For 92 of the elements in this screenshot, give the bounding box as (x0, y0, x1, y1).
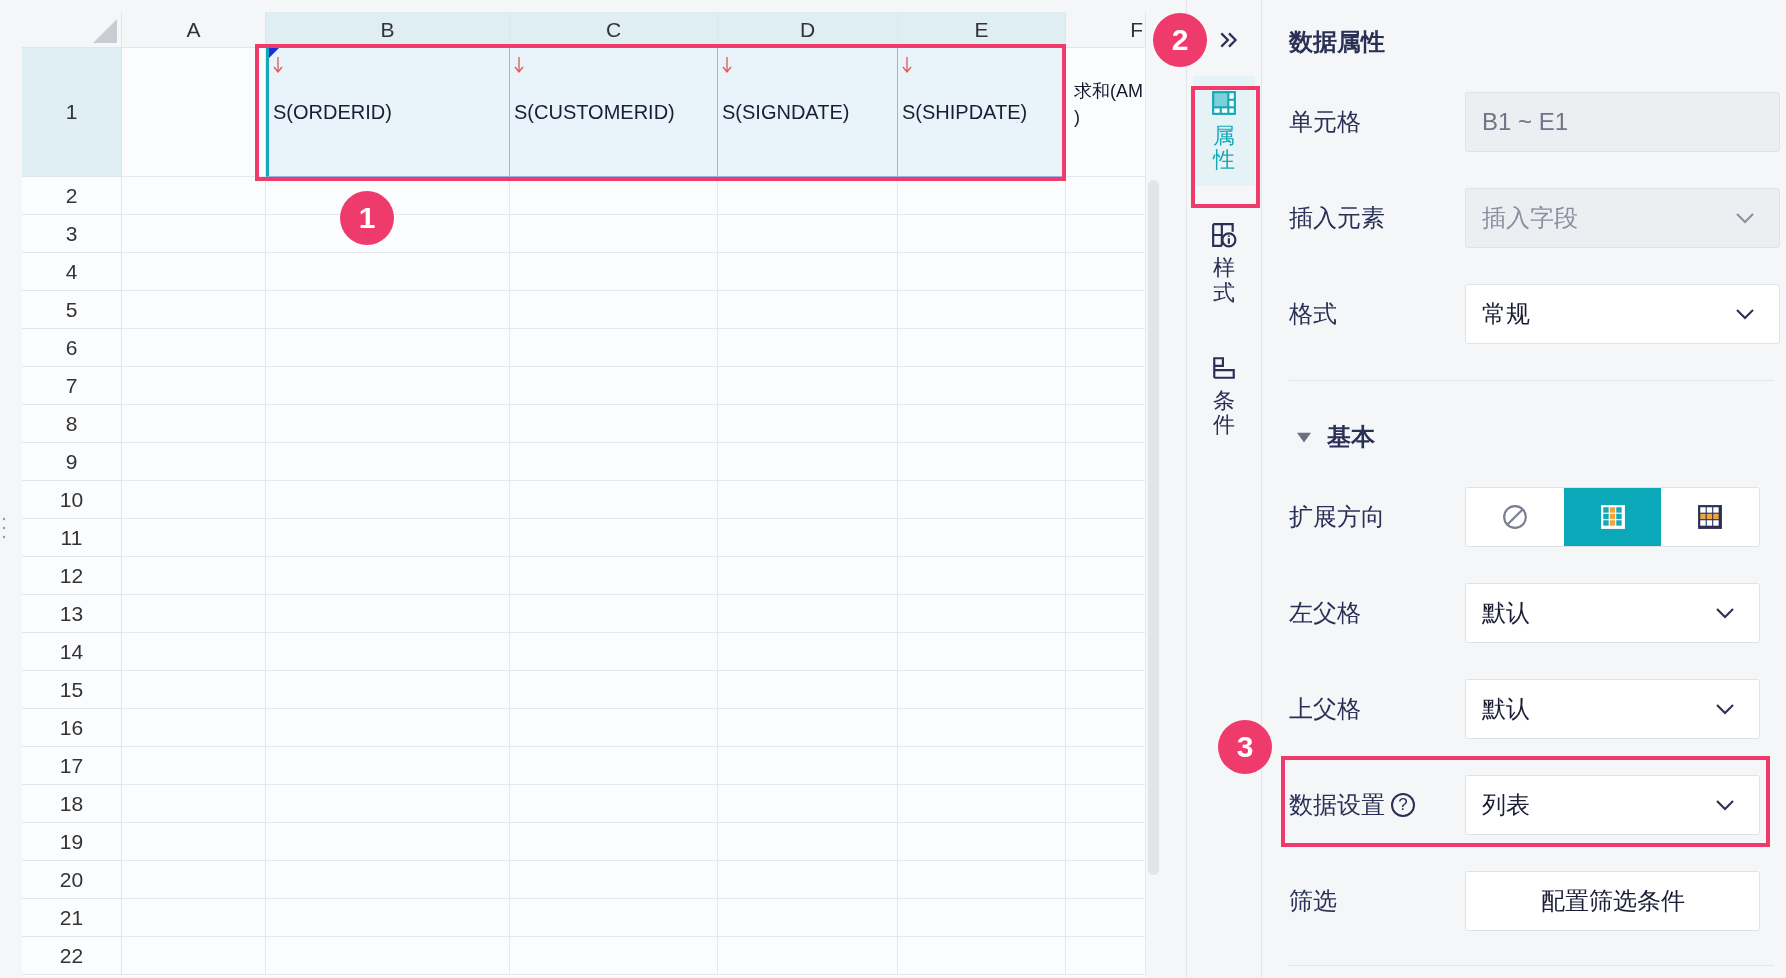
row-header[interactable]: 8 (22, 405, 122, 443)
row-header[interactable]: 14 (22, 633, 122, 671)
field-label: 上父格 (1289, 694, 1361, 724)
grid-icon (1211, 90, 1237, 116)
row-header[interactable]: 13 (22, 595, 122, 633)
table-info-icon (1211, 222, 1237, 249)
table-cell[interactable] (122, 861, 266, 899)
panel-title: 数据属性 (1289, 27, 1386, 57)
cell-text: S(SHIPDATE) (902, 100, 1028, 124)
field-label: 数据设置 (1289, 790, 1385, 820)
cell-text: S(SIGNDATE) (722, 100, 850, 124)
chevron-down-icon (1735, 308, 1755, 320)
table-cell[interactable]: S(ORDERID) (266, 48, 510, 177)
cell-text: S(CUSTOMERID) (514, 100, 675, 124)
dropdown[interactable]: 列表 (1465, 775, 1760, 835)
field-label: 扩展方向 (1289, 502, 1385, 532)
column-header[interactable]: F (1066, 12, 1146, 48)
row-header[interactable]: 16 (22, 709, 122, 747)
table-cell[interactable] (122, 557, 266, 595)
table-cell[interactable] (122, 937, 266, 975)
cell-text: S(ORDERID) (273, 100, 392, 124)
field-label: 插入元素 (1289, 203, 1385, 233)
configure-filter-button[interactable]: 配置筛选条件 (1465, 871, 1760, 931)
table-cell[interactable] (122, 633, 266, 671)
column-header[interactable]: A (122, 12, 266, 48)
help-icon[interactable]: ? (1391, 793, 1415, 817)
down-arrow-icon (902, 56, 912, 74)
row-header[interactable]: 7 (22, 367, 122, 405)
table-cell[interactable] (122, 215, 266, 253)
field-label: 格式 (1289, 299, 1337, 329)
layout-icon (1211, 354, 1237, 381)
row-header[interactable]: 2 (22, 177, 122, 215)
dropdown[interactable]: 常规 (1465, 284, 1780, 344)
chevron-down-icon (1735, 212, 1755, 224)
row-header[interactable]: 5 (22, 291, 122, 329)
row-header[interactable]: 15 (22, 671, 122, 709)
table-cell[interactable] (122, 899, 266, 937)
row-header[interactable]: 22 (22, 937, 122, 975)
step-callout-tooltip: 2 (1153, 13, 1207, 67)
table-cell[interactable]: 求和(AM ) (1066, 48, 1146, 177)
row-header[interactable]: 1 (22, 48, 122, 177)
dropdown[interactable]: 默认 (1465, 583, 1760, 643)
table-cell[interactable]: S(CUSTOMERID) (510, 48, 718, 177)
dropdown[interactable]: 默认 (1465, 679, 1760, 739)
table-cell[interactable] (122, 329, 266, 367)
table-cell[interactable] (122, 405, 266, 443)
table-cell[interactable] (122, 443, 266, 481)
row-header[interactable]: 6 (22, 329, 122, 367)
table-cell[interactable] (122, 823, 266, 861)
table-cell[interactable] (122, 595, 266, 633)
field-label: 筛选 (1289, 886, 1337, 916)
chevron-down-icon (1715, 607, 1735, 619)
down-arrow-icon (722, 56, 732, 74)
table-cell[interactable] (122, 291, 266, 329)
row-header[interactable]: 17 (22, 747, 122, 785)
table-cell[interactable] (122, 785, 266, 823)
row-header[interactable]: 4 (22, 253, 122, 291)
table-cell[interactable] (122, 519, 266, 557)
field-label: 单元格 (1289, 107, 1361, 137)
row-header[interactable]: 10 (22, 481, 122, 519)
row-header[interactable]: 19 (22, 823, 122, 861)
row-header[interactable]: 21 (22, 899, 122, 937)
table-cell[interactable] (122, 709, 266, 747)
chevron-down-icon (1715, 703, 1735, 715)
table-cell[interactable] (122, 671, 266, 709)
row-header[interactable]: 18 (22, 785, 122, 823)
cell-text: ) (1074, 106, 1081, 129)
side-tab[interactable]: 样式 (1193, 208, 1255, 319)
side-tab[interactable]: 条件 (1193, 340, 1255, 452)
grid-icon (1697, 504, 1724, 530)
row-header[interactable]: 20 (22, 861, 122, 899)
select-all-icon[interactable] (93, 19, 117, 43)
table-cell[interactable] (122, 253, 266, 291)
prohibited-icon (1501, 504, 1528, 530)
table-cell[interactable]: S(SIGNDATE) (718, 48, 898, 177)
chevron-down-icon (1715, 799, 1735, 811)
table-cell[interactable] (1066, 177, 1146, 215)
section-header[interactable]: 基本 (1289, 409, 1780, 465)
row-header[interactable]: 9 (22, 443, 122, 481)
cell-text: 求和(AM (1074, 80, 1143, 103)
table-cell[interactable] (122, 747, 266, 785)
grid-icon (1599, 504, 1626, 530)
row-header[interactable]: 12 (22, 557, 122, 595)
row-header[interactable]: 3 (22, 215, 122, 253)
down-arrow-icon (273, 56, 283, 74)
step-callout-tooltip: 3 (1218, 720, 1272, 774)
field-label: 左父格 (1289, 598, 1361, 628)
row-header[interactable]: 11 (22, 519, 122, 557)
down-arrow-icon (514, 56, 524, 74)
table-cell[interactable] (122, 367, 266, 405)
table-cell[interactable] (122, 481, 266, 519)
caret-icon (1297, 430, 1311, 444)
